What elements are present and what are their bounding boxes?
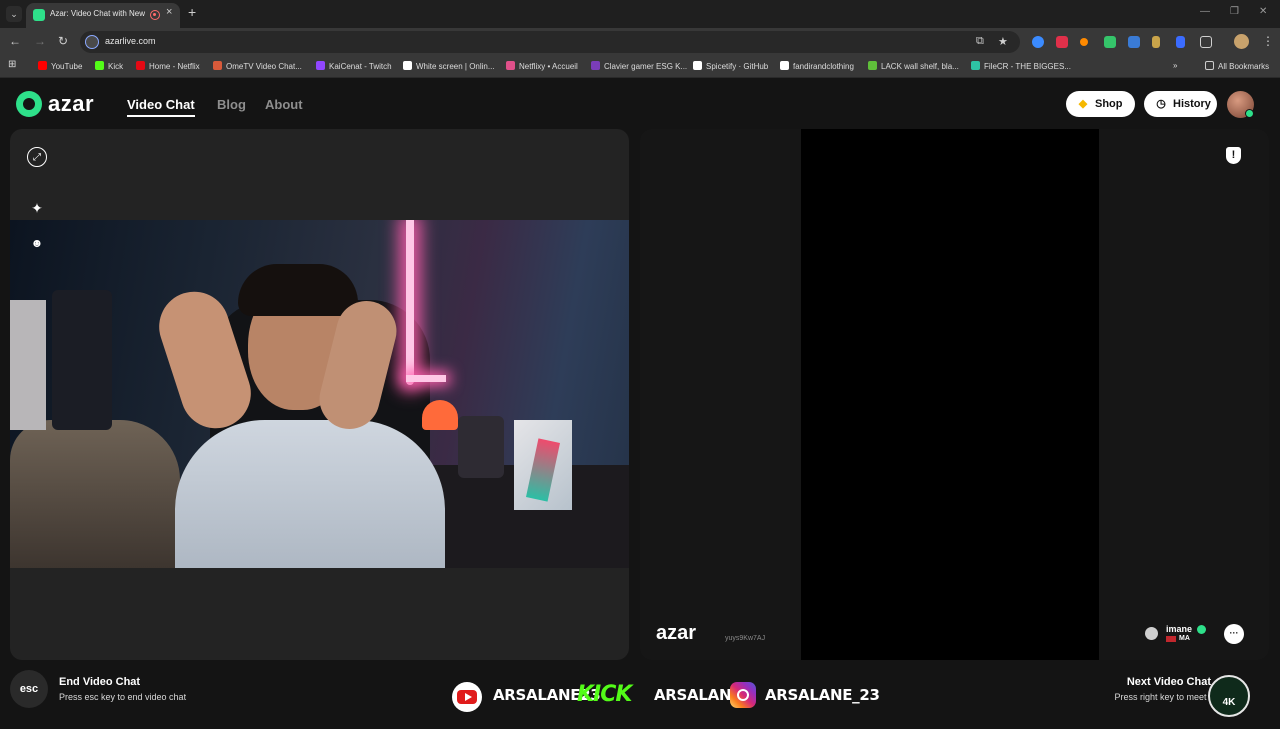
youtube-logo-icon: [452, 682, 482, 712]
azar-watermark: azar: [656, 622, 697, 644]
translate-icon[interactable]: [1128, 36, 1140, 48]
bookmark-netflix[interactable]: Home - Netflix: [136, 61, 200, 71]
tab-search-button[interactable]: ⌄: [6, 6, 22, 22]
end-chat-button[interactable]: esc: [10, 670, 48, 708]
instagram-handle: ARSALANE_23: [765, 686, 880, 704]
history-label: History: [1173, 98, 1211, 110]
kick-logo: KICK: [577, 682, 632, 707]
end-chat-hint: Press esc key to end video chat: [59, 692, 187, 702]
watermark-id: yuys9Kw7AJ: [725, 635, 766, 642]
browser-tab-strip: ⌄ Azar: Video Chat with New × + — ❐ ✕: [0, 0, 1280, 28]
ometv-icon: [213, 61, 222, 70]
shop-label: Shop: [1095, 98, 1123, 110]
azar-logo-icon[interactable]: [16, 91, 42, 117]
omnibox[interactable]: azarlive.com ⧉ ★: [80, 31, 1020, 53]
extension-icon[interactable]: [1032, 36, 1044, 48]
effects-sparkle-icon[interactable]: ✦: [27, 198, 47, 218]
cast-icon[interactable]: ⧉: [976, 35, 984, 48]
page-icon: [780, 61, 789, 70]
restore-icon[interactable]: ❐: [1230, 6, 1239, 17]
youtube-icon: [38, 61, 47, 70]
heart-icon: [591, 61, 600, 70]
azar-page: azar Video Chat Blog About ◆ Shop ◷ Hist…: [0, 79, 1280, 720]
nav-about[interactable]: About: [265, 97, 303, 112]
bookmark-twitch[interactable]: KaiCenat - Twitch: [316, 61, 392, 71]
bookmark-kick[interactable]: Kick: [95, 61, 123, 71]
more-bookmarks-icon[interactable]: »: [1173, 61, 1177, 70]
chat-bubble-button[interactable]: ···: [1224, 624, 1244, 644]
ikea-icon: [868, 61, 877, 70]
bookmark-ometv[interactable]: OmeTV Video Chat...: [213, 61, 302, 71]
reload-icon[interactable]: ↻: [58, 34, 68, 48]
expand-icon[interactable]: ⤢: [27, 147, 47, 167]
extension-icon[interactable]: [1176, 36, 1185, 48]
nav-blog[interactable]: Blog: [217, 97, 246, 112]
tab-title: Azar: Video Chat with New: [50, 9, 146, 18]
apps-grid-icon[interactable]: ⊞: [8, 59, 16, 70]
verified-badge-icon: [1197, 625, 1206, 634]
extension-icon[interactable]: [1152, 36, 1160, 48]
face-filter-icon[interactable]: ☻: [27, 233, 47, 253]
next-chat-title: Next Video Chat: [1126, 676, 1211, 688]
github-icon: [693, 61, 702, 70]
end-chat-title: End Video Chat: [59, 676, 141, 688]
bookmark-white-screen[interactable]: White screen | Onlin...: [403, 61, 495, 71]
extension-icon[interactable]: [1104, 36, 1116, 48]
minimize-icon[interactable]: —: [1200, 6, 1210, 17]
4k-badge: 4K: [1208, 675, 1250, 717]
close-window-icon[interactable]: ✕: [1259, 6, 1267, 17]
bookmark-star-icon[interactable]: ★: [998, 35, 1008, 48]
folder-icon: [1205, 61, 1214, 70]
close-tab-icon[interactable]: ×: [166, 6, 172, 18]
gem-icon: ◆: [1078, 98, 1088, 110]
partner-country: MA: [1179, 635, 1190, 642]
shop-button[interactable]: ◆ Shop: [1066, 91, 1135, 117]
bookmarks-bar: ⊞ YouTube Kick Home - Netflix OmeTV Vide…: [0, 56, 1280, 78]
browser-tab[interactable]: Azar: Video Chat with New ×: [26, 3, 180, 28]
local-camera-feed: [10, 220, 629, 568]
url-text: azarlive.com: [105, 36, 156, 46]
bookmark-clavier[interactable]: Clavier gamer ESG K...: [591, 61, 687, 71]
twitch-icon: [316, 61, 325, 70]
remote-camera-feed: [801, 129, 1099, 660]
forward-icon[interactable]: →: [34, 34, 46, 48]
netflixy-icon: [506, 61, 515, 70]
azar-logo-text[interactable]: azar: [48, 91, 94, 117]
bookmark-spicetify[interactable]: Spicetify · GitHub: [693, 61, 768, 71]
instagram-logo-icon: [730, 682, 756, 708]
bookmark-filecr[interactable]: FileCR - THE BIGGES...: [971, 61, 1071, 71]
new-tab-button[interactable]: +: [188, 4, 196, 20]
nav-active-indicator: [127, 115, 195, 117]
extension-icon[interactable]: [1080, 38, 1088, 46]
bookmark-fandirand[interactable]: fandirandclothing: [780, 61, 854, 71]
clock-icon: ◷: [1156, 98, 1166, 110]
online-status-dot: [1245, 109, 1254, 118]
browser-menu-icon[interactable]: ⋮: [1262, 34, 1274, 48]
extension-icon[interactable]: [1056, 36, 1068, 48]
extensions-puzzle-icon[interactable]: [1200, 36, 1212, 48]
nav-video-chat[interactable]: Video Chat: [127, 97, 195, 112]
page-icon: [403, 61, 412, 70]
report-shield-icon[interactable]: !: [1226, 147, 1241, 164]
bookmark-lack-shelf[interactable]: LACK wall shelf, bla...: [868, 61, 959, 71]
history-button[interactable]: ◷ History: [1144, 91, 1217, 117]
back-icon[interactable]: ←: [9, 34, 21, 48]
filecr-icon: [971, 61, 980, 70]
recording-icon: [150, 10, 160, 20]
profile-icon[interactable]: [1234, 34, 1249, 49]
all-bookmarks[interactable]: All Bookmarks: [1205, 61, 1269, 71]
flag-icon: [1166, 636, 1176, 642]
netflix-icon: [136, 61, 145, 70]
address-bar-row: ← → ↻ azarlive.com ⧉ ★ ⋮: [0, 28, 1280, 56]
user-icon: [1145, 627, 1158, 640]
bookmark-youtube[interactable]: YouTube: [38, 61, 82, 71]
partner-name[interactable]: imane: [1166, 624, 1192, 634]
local-video-panel: ⤢ ✦ ☻: [10, 129, 629, 660]
azar-favicon: [33, 9, 45, 21]
site-info-icon[interactable]: [85, 35, 99, 49]
kick-icon: [95, 61, 104, 70]
bookmark-netflixy[interactable]: Netflixy • Accueil: [506, 61, 578, 71]
